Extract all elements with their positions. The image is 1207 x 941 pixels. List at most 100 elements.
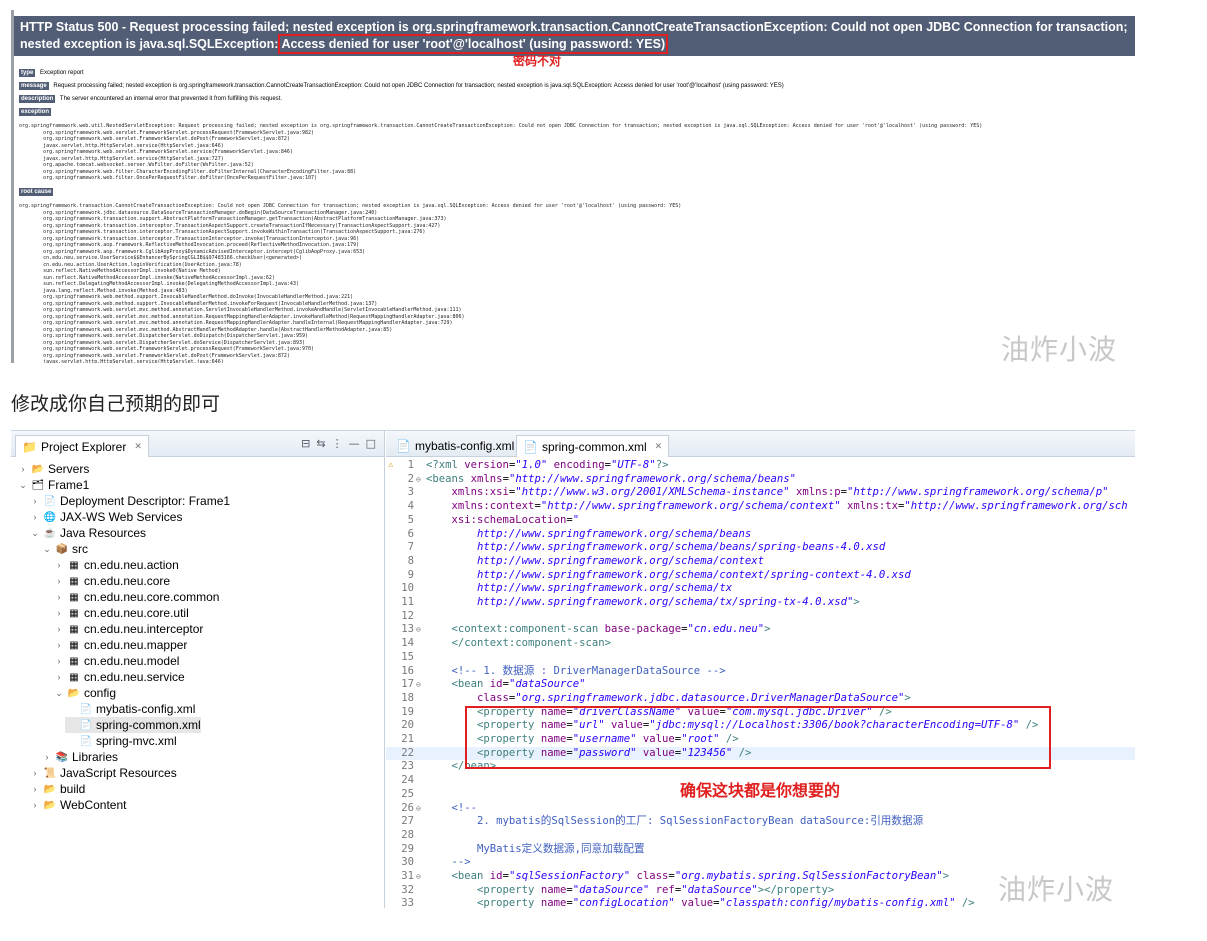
tree-item[interactable]: ⌄ ☕ Java Resources bbox=[29, 525, 146, 541]
tree-item[interactable]: ⌄ 📦 src bbox=[41, 541, 88, 557]
chevron-down-icon[interactable]: ⌄ bbox=[53, 688, 65, 699]
chevron-right-icon[interactable]: › bbox=[29, 784, 41, 794]
code-line[interactable]: 8 http://www.springframework.org/schema/… bbox=[386, 555, 1135, 569]
tree-item[interactable]: 📄 spring-common.xml bbox=[65, 717, 201, 733]
chevron-down-icon[interactable]: ⌄ bbox=[17, 480, 29, 491]
code-line[interactable]: 14 </context:component-scan> bbox=[386, 637, 1135, 651]
code-line[interactable]: 5 xsi:schemaLocation=" bbox=[386, 514, 1135, 528]
tab-project-explorer[interactable]: 📁 Project Explorer ✕ bbox=[15, 435, 149, 457]
tab-editor-file[interactable]: 📄 mybatis-config.xml bbox=[390, 435, 520, 457]
tree-item[interactable]: › 📄 Deployment Descriptor: Frame1 bbox=[29, 493, 231, 509]
tree-item[interactable]: › ▦ cn.edu.neu.service bbox=[53, 669, 185, 685]
code-line[interactable]: 17 ⊖ <bean id="dataSource" bbox=[386, 678, 1135, 692]
fold-icon[interactable]: ⊖ bbox=[416, 623, 421, 637]
chevron-right-icon[interactable]: › bbox=[29, 496, 41, 506]
code-line[interactable]: 16 <!-- 1. 数据源 : DriverManagerDataSource… bbox=[386, 665, 1135, 679]
error-description-label: description bbox=[19, 95, 56, 103]
error-annotation: 密码不对 bbox=[513, 54, 562, 68]
chevron-right-icon[interactable]: › bbox=[29, 768, 41, 778]
editor-tab-label: spring-common.xml bbox=[541, 439, 647, 454]
line-number: 26 bbox=[401, 801, 414, 814]
project-explorer-toolbar: ⊟ ⇆ ⋮ — □ bbox=[301, 437, 376, 450]
chevron-down-icon[interactable]: ⌄ bbox=[29, 528, 41, 539]
code-line[interactable]: 27 2. mybatis的SqlSession的工厂: SqlSessionF… bbox=[386, 815, 1135, 829]
tree-item[interactable]: › 📂 WebContent bbox=[29, 797, 127, 813]
code-line[interactable]: 7 http://www.springframework.org/schema/… bbox=[386, 541, 1135, 555]
code-line[interactable]: 29 MyBatis定义数据源,同意加载配置 bbox=[386, 843, 1135, 857]
chevron-right-icon[interactable]: › bbox=[53, 576, 65, 586]
tree-item[interactable]: › 📚 Libraries bbox=[41, 749, 119, 765]
chevron-right-icon[interactable]: › bbox=[53, 640, 65, 650]
fold-icon[interactable]: ⊖ bbox=[416, 802, 421, 816]
code-line[interactable]: 2 ⊖ <beans xmlns="http://www.springframewo… bbox=[386, 473, 1135, 487]
code-line[interactable]: 9 http://www.springframework.org/schema/… bbox=[386, 569, 1135, 583]
project-explorer-panel: 📁 Project Explorer ✕ ⊟ ⇆ ⋮ — □ › 📂 Servers… bbox=[11, 431, 385, 908]
line-number: 21 bbox=[401, 733, 414, 745]
chevron-right-icon[interactable]: › bbox=[53, 560, 65, 570]
code-text: <context:component-scan base-package="cn… bbox=[451, 623, 771, 636]
chevron-right-icon[interactable]: › bbox=[41, 752, 53, 762]
chevron-right-icon[interactable]: › bbox=[53, 608, 65, 618]
code-line[interactable]: 18 class="org.springframework.jdbc.datas… bbox=[386, 692, 1135, 706]
error-message-value: Request processing failed; nested except… bbox=[53, 83, 784, 89]
code-line[interactable]: 15 bbox=[386, 651, 1135, 665]
tree-item-label: cn.edu.neu.model bbox=[84, 654, 180, 668]
link-with-editor-icon[interactable]: ⇆ bbox=[316, 437, 325, 450]
tree-item[interactable]: › ▦ cn.edu.neu.mapper bbox=[53, 637, 188, 653]
tab-editor-file[interactable]: 📄 spring-common.xml ✕ bbox=[516, 435, 670, 457]
code-line[interactable]: 1 ⚠ <?xml version="1.0" encoding="UTF-8"?> bbox=[386, 459, 1135, 473]
chevron-down-icon[interactable]: ⌄ bbox=[41, 544, 53, 555]
tree-item[interactable]: › 📂 build bbox=[29, 781, 86, 797]
fold-icon[interactable]: ⊖ bbox=[416, 678, 421, 692]
line-number: 11 bbox=[401, 596, 414, 608]
chevron-right-icon[interactable]: › bbox=[29, 512, 41, 522]
close-icon[interactable]: ✕ bbox=[134, 441, 142, 452]
close-icon[interactable]: ✕ bbox=[655, 441, 663, 452]
code-text: <bean id="dataSource" bbox=[451, 678, 586, 691]
chevron-right-icon[interactable]: › bbox=[29, 800, 41, 810]
tree-item[interactable]: › 🌐 JAX-WS Web Services bbox=[29, 509, 183, 525]
fold-icon[interactable]: ⊖ bbox=[416, 870, 421, 884]
fold-icon[interactable]: ⊖ bbox=[416, 473, 421, 487]
code-line[interactable]: 10 http://www.springframework.org/schema… bbox=[386, 582, 1135, 596]
tree-item[interactable]: › ▦ cn.edu.neu.core bbox=[53, 573, 171, 589]
chevron-right-icon[interactable]: › bbox=[53, 656, 65, 666]
tree-item[interactable]: › ▦ cn.edu.neu.interceptor bbox=[53, 621, 204, 637]
tree-item[interactable]: › 📜 JavaScript Resources bbox=[29, 765, 177, 781]
tree-item[interactable]: 📄 mybatis-config.xml bbox=[65, 701, 196, 717]
chevron-right-icon[interactable]: › bbox=[53, 592, 65, 602]
tree-item[interactable]: › ▦ cn.edu.neu.model bbox=[53, 653, 180, 669]
code-line[interactable]: 4 xmlns:context="http://www.springframew… bbox=[386, 500, 1135, 514]
collapse-all-icon[interactable]: ⊟ bbox=[301, 437, 310, 450]
line-number: 27 bbox=[401, 815, 414, 828]
tree-item[interactable]: ⌄ 📂 config bbox=[53, 685, 116, 701]
tree-item[interactable]: › ▦ cn.edu.neu.action bbox=[53, 557, 179, 573]
error-root-cause-label: root cause bbox=[19, 188, 54, 196]
tree-item-label: cn.edu.neu.interceptor bbox=[84, 622, 204, 636]
error-title-highlight: Access denied for user 'root'@'localhost… bbox=[278, 34, 669, 54]
view-menu-icon[interactable]: ⋮ bbox=[332, 437, 343, 450]
tree-item[interactable]: › ▦ cn.edu.neu.core.common bbox=[53, 589, 220, 605]
js-resources-icon: 📜 bbox=[43, 767, 57, 779]
line-number: 32 bbox=[401, 883, 414, 896]
tree-item[interactable]: 📄 spring-mvc.xml bbox=[65, 733, 177, 749]
tree-item[interactable]: › ▦ cn.edu.neu.core.util bbox=[53, 605, 189, 621]
code-line[interactable]: 3 xmlns:xsi="http://www.w3.org/2001/XMLS… bbox=[386, 486, 1135, 500]
chevron-right-icon[interactable]: › bbox=[17, 464, 29, 474]
code-text: <?xml version="1.0" encoding="UTF-8"?> bbox=[426, 459, 669, 471]
line-number: 25 bbox=[401, 787, 414, 800]
minimize-icon[interactable]: — bbox=[349, 437, 360, 450]
tree-item-label: build bbox=[60, 782, 86, 796]
code-line[interactable]: 28 bbox=[386, 829, 1135, 843]
code-line[interactable]: 26 ⊖ <!-- bbox=[386, 802, 1135, 816]
tree-item[interactable]: ⌄ 🗂 Frame1 bbox=[17, 477, 89, 493]
editor-tab-label: mybatis-config.xml bbox=[414, 439, 515, 453]
chevron-right-icon[interactable]: › bbox=[53, 672, 65, 682]
code-line[interactable]: 13 ⊖ <context:component-scan base-package… bbox=[386, 623, 1135, 637]
code-line[interactable]: 6 http://www.springframework.org/schema/… bbox=[386, 528, 1135, 542]
code-line[interactable]: 11 http://www.springframework.org/schema… bbox=[386, 596, 1135, 610]
code-line[interactable]: 12 bbox=[386, 610, 1135, 624]
chevron-right-icon[interactable]: › bbox=[53, 624, 65, 634]
tree-item[interactable]: › 📂 Servers bbox=[17, 461, 90, 477]
maximize-icon[interactable]: □ bbox=[366, 437, 376, 450]
